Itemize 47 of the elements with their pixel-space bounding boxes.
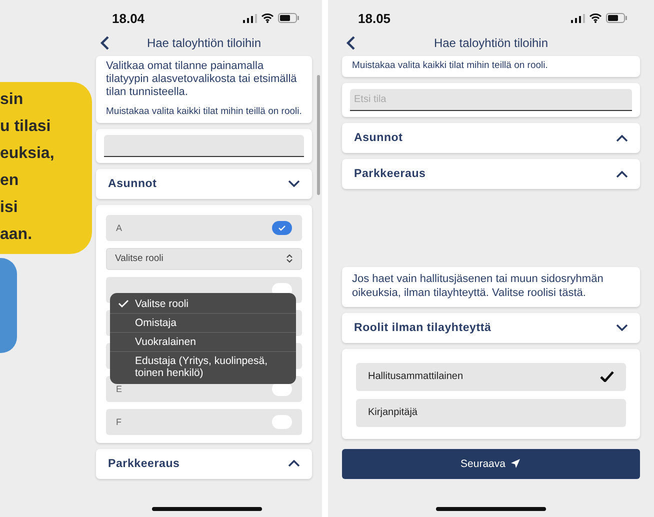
info-text: Jos haet vain hallitusjäsenen tai muun sidosryhmän oikeuksia, ilman tilayhteyttä. Valitse roolisi tästä.: [352, 273, 604, 300]
space-row[interactable]: F: [106, 408, 302, 435]
chevron-icon: [616, 324, 628, 331]
instructions-card: Muistakaa valita kaikki tilat mihin teillä on rooli.: [342, 56, 640, 77]
signal-icon: [243, 14, 257, 22]
battery-icon: [606, 13, 628, 23]
menu-option[interactable]: Valitse rooli: [110, 294, 296, 314]
chevron-icon: [616, 170, 628, 178]
menu-option[interactable]: Omistaja: [110, 314, 296, 333]
role-option[interactable]: Kirjanpitäjä: [356, 398, 626, 426]
callout-text: isi: [0, 198, 19, 218]
screen-title: Hae taloyhtiön tiloihin: [432, 36, 550, 50]
toggle-switch[interactable]: [272, 220, 292, 235]
check-icon: [600, 371, 614, 382]
chevron-icon: [288, 460, 300, 468]
role-option[interactable]: Hallitusammattilainen: [356, 362, 626, 390]
menu-option[interactable]: Vuokralainen: [110, 332, 296, 352]
instructions-card: Valitkaa omat tilanne painamalla tilatyypin alasvetovalikosta tai etsimällä tilan tunnisteella. Muistakaa valita kaikki tilat mihin teillä on rooli.: [96, 56, 312, 123]
section-header[interactable]: Asunnot: [96, 168, 312, 199]
chevron-icon: [616, 134, 628, 142]
section-header[interactable]: Parkkeeraus: [96, 448, 312, 479]
section-header[interactable]: Parkkeeraus: [342, 159, 640, 189]
signal-icon: [571, 14, 585, 22]
status-time: 18.05: [358, 10, 391, 26]
check-icon: [278, 224, 286, 231]
wifi-icon: [589, 13, 602, 23]
send-icon: [510, 458, 522, 469]
search-field[interactable]: [104, 134, 304, 157]
section-header[interactable]: Asunnot: [342, 123, 640, 153]
role-select[interactable]: Valitse rooli: [106, 248, 302, 270]
up-down-arrows-icon: [286, 254, 293, 264]
status-time: 18.04: [112, 10, 145, 26]
chevron-icon: [288, 180, 300, 188]
callout-text: aan.: [0, 225, 34, 245]
screen-title: Hae taloyhtiön tiloihin: [146, 36, 262, 50]
callout-text: sin: [0, 90, 24, 110]
toggle-switch[interactable]: [272, 414, 292, 429]
search-field[interactable]: Etsi tila: [350, 89, 632, 111]
wifi-icon: [261, 13, 274, 23]
callout-text: euksia,: [0, 144, 56, 164]
battery-icon: [278, 13, 300, 23]
space-row[interactable]: A: [106, 214, 302, 241]
check-icon: [118, 298, 129, 308]
callout-text: u tilasi: [0, 117, 52, 137]
next-button[interactable]: Seuraava: [342, 448, 640, 478]
section-header[interactable]: Roolit ilman tilayhteyttä: [342, 312, 640, 342]
callout-text: en: [0, 171, 20, 191]
